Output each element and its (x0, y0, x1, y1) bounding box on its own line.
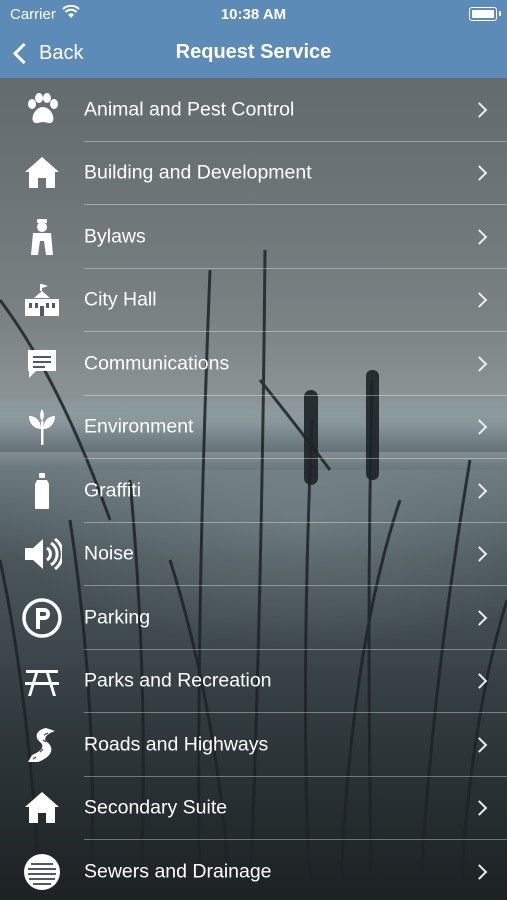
chevron-right-icon (471, 482, 488, 499)
service-label: Noise (84, 542, 134, 565)
spray-can-icon (22, 471, 62, 511)
chevron-right-icon (471, 800, 488, 817)
chevron-right-icon (471, 609, 488, 626)
screen: Carrier 10:38 AM Back Request Service An… (0, 0, 507, 900)
page-title: Request Service (175, 41, 332, 63)
chevron-right-icon (471, 292, 488, 309)
service-label: Parks and Recreation (84, 669, 272, 692)
service-row-graffiti[interactable]: Graffiti (0, 459, 507, 523)
manhole-icon (22, 852, 62, 892)
service-label: Graffiti (84, 479, 142, 502)
service-label: Environment (84, 415, 194, 438)
service-row-noise[interactable]: Noise (0, 523, 507, 586)
chevron-right-icon (471, 419, 488, 436)
service-row-sewers-drainage[interactable]: Sewers and Drainage (0, 840, 507, 900)
chevron-right-icon (471, 863, 488, 880)
service-list: Animal and Pest Control Building and Dev… (0, 78, 507, 900)
service-label: Roads and Highways (84, 733, 269, 756)
paw-icon (22, 90, 62, 130)
service-label: City Hall (84, 288, 157, 311)
chevron-right-icon (471, 355, 488, 372)
service-label: Secondary Suite (84, 796, 228, 819)
status-bar: Carrier 10:38 AM (0, 0, 507, 28)
chevron-right-icon (471, 546, 488, 563)
service-row-city-hall[interactable]: City Hall (0, 269, 507, 332)
chevron-right-icon (471, 228, 488, 245)
service-label: Communications (84, 352, 230, 375)
speech-bubble-icon (22, 344, 62, 384)
service-row-environment[interactable]: Environment (0, 396, 507, 459)
navigation-bar: Back Request Service (0, 28, 507, 78)
service-label: Building and Development (84, 161, 312, 184)
service-row-animal-pest-control[interactable]: Animal and Pest Control (0, 78, 507, 142)
speaker-icon (22, 534, 62, 574)
service-row-parks-recreation[interactable]: Parks and Recreation (0, 650, 507, 713)
service-label: Sewers and Drainage (84, 860, 272, 883)
status-time: 10:38 AM (220, 6, 287, 23)
chevron-right-icon (471, 736, 488, 753)
road-icon (22, 725, 62, 765)
service-row-secondary-suite[interactable]: Secondary Suite (0, 777, 507, 840)
battery-icon (469, 7, 501, 21)
city-hall-icon (22, 280, 62, 320)
service-row-building-development[interactable]: Building and Development (0, 142, 507, 205)
service-label: Animal and Pest Control (84, 98, 295, 121)
chevron-right-icon (471, 673, 488, 690)
house-icon (22, 788, 62, 828)
service-label: Bylaws (84, 225, 146, 248)
chevron-right-icon (471, 165, 488, 182)
picnic-table-icon (22, 661, 62, 701)
house-icon (22, 153, 62, 193)
sprout-icon (22, 407, 62, 447)
service-row-parking[interactable]: Parking (0, 586, 507, 650)
officer-icon (22, 217, 62, 257)
service-row-bylaws[interactable]: Bylaws (0, 205, 507, 269)
service-row-communications[interactable]: Communications (0, 332, 507, 396)
service-label: Parking (84, 606, 151, 629)
chevron-right-icon (471, 101, 488, 118)
service-row-roads-highways[interactable]: Roads and Highways (0, 713, 507, 777)
parking-icon (22, 598, 62, 638)
